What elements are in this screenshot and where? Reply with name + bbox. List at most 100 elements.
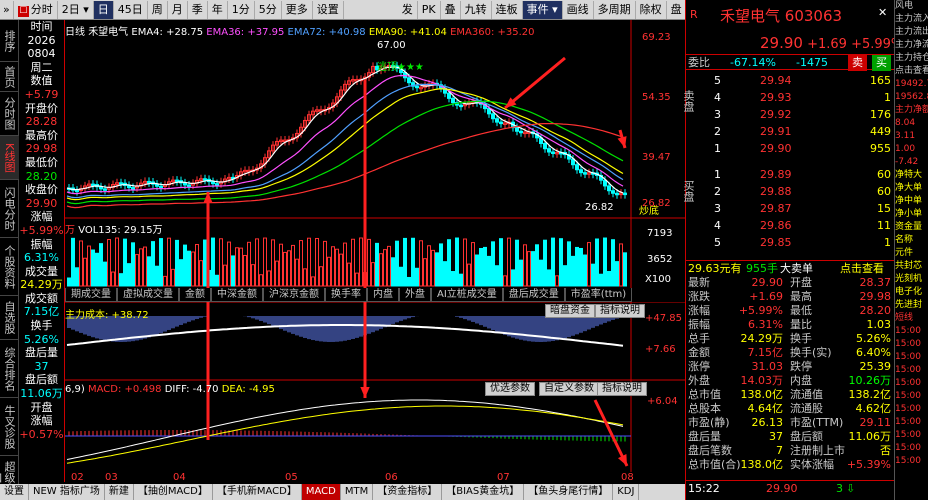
period-tab-2day[interactable]: 2日 ▾ bbox=[58, 0, 94, 19]
tab-turnover[interactable]: 换手率 bbox=[325, 288, 367, 302]
volume-bar bbox=[443, 261, 447, 287]
xaxis-06: 06 bbox=[385, 472, 398, 483]
bottom-chou-macd[interactable]: 【抽创MACD】 bbox=[134, 484, 213, 500]
sell-button[interactable]: 卖 bbox=[848, 55, 867, 71]
cost-band bbox=[455, 316, 459, 317]
bottom-settings[interactable]: 设置 bbox=[0, 484, 29, 500]
period-tab-1min[interactable]: 1分 bbox=[228, 0, 255, 19]
bottom-capital[interactable]: 【资金指标】 bbox=[373, 484, 443, 500]
tool-exright[interactable]: 除权 bbox=[636, 0, 667, 19]
nav-flash[interactable]: 闪电分时 bbox=[0, 180, 19, 238]
close-icon[interactable]: ✕ bbox=[878, 6, 892, 20]
period-tab-week[interactable]: 周 bbox=[148, 0, 168, 19]
tool-multi-period[interactable]: 多周期 bbox=[594, 0, 636, 19]
bottom-kdj[interactable]: KDJ bbox=[613, 484, 640, 500]
tab-outer[interactable]: 外盘 bbox=[399, 288, 431, 302]
trade-view-link[interactable]: 点击查看 bbox=[840, 261, 884, 277]
tool-events[interactable]: 事件 ▾ bbox=[522, 0, 563, 19]
period-tab-year[interactable]: 年 bbox=[208, 0, 228, 19]
nav-ranking[interactable]: 综合排名 bbox=[0, 340, 19, 398]
side-panel-row: 主力流入 bbox=[895, 14, 928, 24]
tab-inner[interactable]: 内盘 bbox=[367, 288, 399, 302]
period-tab-settings[interactable]: 设置 bbox=[313, 0, 344, 19]
volume-bar bbox=[275, 260, 279, 287]
tool-fa[interactable]: 发 bbox=[398, 0, 418, 19]
period-tab-month[interactable]: 月 bbox=[168, 0, 188, 19]
volume-bar bbox=[171, 268, 175, 287]
bottom-fish[interactable]: 【鱼头身尾行情】 bbox=[524, 484, 614, 500]
toolbar-arrow[interactable]: » bbox=[0, 0, 14, 19]
diff-line bbox=[66, 399, 624, 460]
kline-chart-svg[interactable] bbox=[65, 20, 685, 482]
volume-bar bbox=[499, 238, 503, 287]
tool-nine-turn[interactable]: 九转 bbox=[461, 0, 492, 19]
volume-bar bbox=[579, 247, 583, 287]
cost-band bbox=[375, 316, 379, 331]
tab-ai-volume[interactable]: AI立桩成交量 bbox=[431, 288, 503, 302]
tool-pan[interactable]: 盘 bbox=[667, 0, 687, 19]
volume-bar bbox=[327, 256, 331, 287]
bottom-mobile-macd[interactable]: 【手机新MACD】 bbox=[213, 484, 302, 500]
period-tab-5min[interactable]: 5分 bbox=[255, 0, 282, 19]
tab-virtual-volume[interactable]: 虚拟成交量 bbox=[117, 288, 179, 302]
bottom-macd[interactable]: MACD bbox=[301, 484, 341, 500]
trade-price: 29.63元有 bbox=[688, 262, 742, 275]
candle-body bbox=[615, 192, 619, 196]
nav-diagnose[interactable]: 牛叉诊股 bbox=[0, 398, 19, 456]
nav-profile[interactable]: 个股资料 bbox=[0, 238, 19, 296]
nav-fenshi[interactable]: 分时图 bbox=[0, 92, 19, 136]
buy-button[interactable]: 买 bbox=[872, 55, 891, 71]
candle-body bbox=[91, 183, 95, 187]
chart-area[interactable]: 日线 禾望电气 EMA4: +28.75 EMA36: +37.95 EMA72… bbox=[65, 20, 685, 482]
volume-bar bbox=[603, 237, 607, 287]
tool-pk[interactable]: PK bbox=[418, 0, 441, 19]
stat-value: 4.62亿 bbox=[855, 402, 892, 415]
cost-band bbox=[315, 316, 319, 341]
tab-after-volume[interactable]: 盘后成交量 bbox=[502, 288, 565, 302]
tab-volume[interactable]: 期成交量 bbox=[65, 288, 117, 302]
dark-pool-button[interactable]: 暗盘资金 bbox=[545, 304, 595, 318]
tool-lianban[interactable]: 连板 bbox=[492, 0, 523, 19]
period-tab-more[interactable]: 更多 bbox=[282, 0, 313, 19]
nav-watchlist[interactable]: 自选股 bbox=[0, 296, 19, 340]
tab-hsj-amount[interactable]: 沪深京金额 bbox=[263, 288, 325, 302]
tab-pe-ttm[interactable]: 市盈率(ttm) bbox=[564, 288, 633, 302]
nav-sort[interactable]: 排序 bbox=[0, 20, 19, 62]
level-price: 29.89 bbox=[760, 168, 792, 181]
tool-overlay[interactable]: 叠 bbox=[441, 0, 461, 19]
info-row: +5.79 bbox=[24, 87, 59, 101]
volume-bar bbox=[575, 246, 579, 287]
bottom-bias[interactable]: 【BIAS黄金坑】 bbox=[442, 484, 525, 500]
volume-bar bbox=[179, 259, 183, 287]
bottom-new[interactable]: 新建 bbox=[105, 484, 134, 500]
side-panel-row: 15:00 bbox=[895, 430, 921, 440]
stat-label: 跌停 bbox=[790, 360, 812, 373]
custom-params-button[interactable]: 自定义参数 bbox=[539, 382, 599, 396]
volume-bar bbox=[211, 237, 215, 287]
bottom-mtm[interactable]: MTM bbox=[341, 484, 374, 500]
period-tab-45day[interactable]: 45日 bbox=[114, 0, 148, 19]
cost-help-button[interactable]: 指标说明 bbox=[595, 304, 645, 318]
preferred-params-button[interactable]: 优选参数 bbox=[485, 382, 535, 396]
stat-value: 28.37 bbox=[859, 276, 892, 289]
volume-bar bbox=[263, 237, 267, 287]
tool-drawline[interactable]: 画线 bbox=[563, 0, 594, 19]
tab-amount[interactable]: 金额 bbox=[179, 288, 211, 302]
trade-volume: 955手 bbox=[746, 262, 778, 275]
nav-home[interactable]: 首页 bbox=[0, 62, 19, 92]
cost-band bbox=[495, 316, 499, 332]
volume-bar bbox=[331, 246, 335, 287]
cost-band bbox=[579, 316, 583, 333]
tab-sz-amount[interactable]: 中深金额 bbox=[211, 288, 263, 302]
bottom-indicator-square[interactable]: NEW 指标广场 bbox=[29, 484, 105, 500]
volume-bar bbox=[271, 239, 275, 287]
volume-bar bbox=[259, 274, 263, 287]
volume-bar bbox=[611, 239, 615, 287]
period-tab-fenshi[interactable]: ☐ 分时 bbox=[14, 0, 58, 19]
nav-kline[interactable]: K线图 bbox=[0, 136, 19, 180]
macd-help-button[interactable]: 指标说明 bbox=[597, 382, 647, 396]
cost-band bbox=[387, 316, 391, 326]
period-tab-day[interactable]: 日 bbox=[93, 0, 114, 19]
volume-bar bbox=[175, 239, 179, 287]
period-tab-season[interactable]: 季 bbox=[188, 0, 208, 19]
